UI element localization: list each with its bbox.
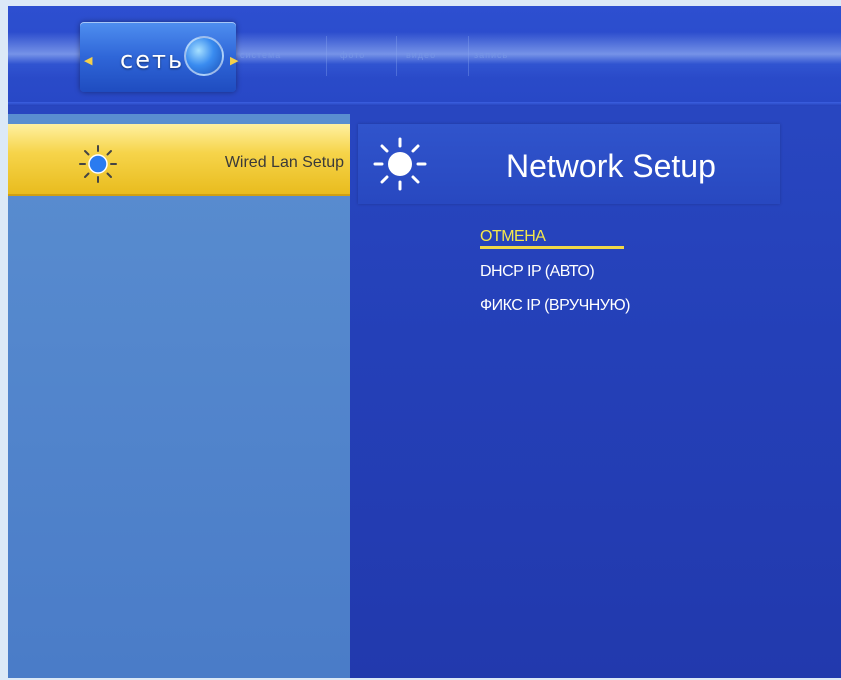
option-static-ip[interactable]: ФИКС IP (ВРУЧНУЮ) <box>480 295 630 329</box>
tab-divider <box>326 36 327 76</box>
tab-system[interactable]: система <box>240 50 281 60</box>
option-list: ОТМЕНА DHCP IP (АВТО) ФИКС IP (ВРУЧНУЮ) <box>480 226 630 329</box>
tab-record[interactable]: запись <box>474 50 508 60</box>
tab-video[interactable]: видео <box>406 50 436 60</box>
arrow-left-icon[interactable]: ◀ <box>84 54 92 67</box>
nav-bar-divider <box>8 102 841 106</box>
sun-icon <box>79 145 117 183</box>
sidebar-item-wired-lan-setup[interactable]: Wired Lan Setup <box>8 124 350 196</box>
sidebar-item-label: Wired Lan Setup <box>224 154 344 171</box>
top-nav-bar: ◀ сеть ▶ система фото видео запись <box>8 6 841 106</box>
tab-network[interactable]: ◀ сеть ▶ <box>80 22 238 92</box>
tv-screen: ◀ сеть ▶ система фото видео запись Wired… <box>8 6 841 678</box>
option-cancel[interactable]: ОТМЕНА <box>480 226 624 249</box>
tab-divider <box>468 36 469 76</box>
tab-network-label: сеть <box>120 46 185 74</box>
sun-icon <box>373 137 427 191</box>
arrow-right-icon[interactable]: ▶ <box>230 54 238 67</box>
tab-photo[interactable]: фото <box>340 50 365 60</box>
sidebar <box>8 114 350 678</box>
section-header: Network Setup <box>358 124 780 204</box>
globe-icon <box>184 36 224 76</box>
page-title: Network Setup <box>506 148 716 184</box>
option-dhcp-ip[interactable]: DHCP IP (АВТО) <box>480 261 630 295</box>
tab-divider <box>396 36 397 76</box>
